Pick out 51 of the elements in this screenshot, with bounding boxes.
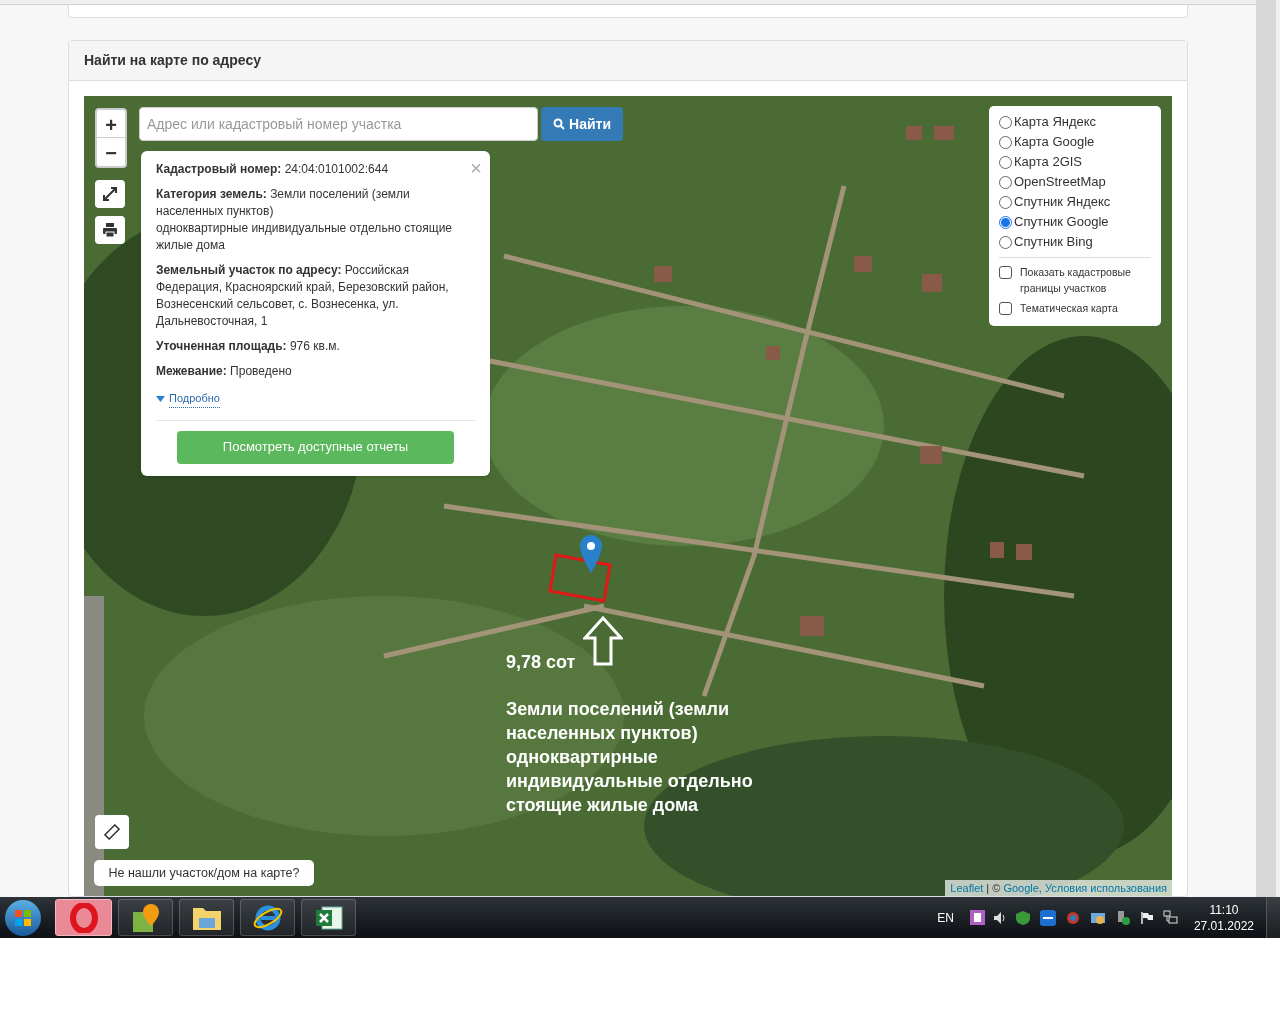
expand-icon — [103, 187, 117, 201]
language-indicator[interactable]: EN — [937, 908, 954, 927]
clock-date: 27.01.2022 — [1193, 917, 1254, 934]
up-arrow-icon — [583, 616, 623, 666]
info-field: Межевание: Проведено — [156, 363, 465, 380]
section-title: Найти на карте по адресу — [84, 51, 261, 70]
map-pin-icon — [580, 535, 602, 573]
parcel-outline — [548, 551, 612, 603]
flag-icon — [1139, 910, 1154, 925]
zoom-out-button[interactable]: − — [97, 138, 125, 166]
find-button[interactable]: Найти — [541, 107, 623, 141]
remote-desktop-icon — [1039, 909, 1056, 926]
land-category-annotation: Земли поселений (земли населенных пунктов) одноквартирные индивидуальные отдельно стоящие жилые дома — [506, 698, 754, 817]
map-layer-option[interactable]: Спутник Яндекс — [999, 192, 1151, 212]
speaker-icon — [993, 910, 1006, 925]
network-icon — [1162, 910, 1178, 925]
overlay-option[interactable]: Показать кадастровые границы участков — [999, 264, 1151, 296]
map-pin-app-icon — [130, 901, 161, 934]
print-button[interactable] — [95, 216, 125, 244]
opera-icon — [69, 902, 98, 933]
caret-down-icon — [156, 395, 165, 402]
map-layer-option[interactable]: Карта 2GIS — [999, 152, 1151, 172]
details-link[interactable]: Подробно — [169, 390, 220, 408]
cleaner-icon — [1064, 909, 1081, 926]
measure-button[interactable] — [95, 815, 129, 849]
windows-logo-icon — [14, 908, 32, 927]
map-layer-option[interactable]: Карта Google — [999, 132, 1151, 152]
address-search-field[interactable]: Адрес или кадастровый номер участка — [139, 107, 538, 141]
notebook-icon — [969, 910, 985, 925]
checkbox[interactable] — [999, 266, 1012, 279]
fullscreen-button[interactable] — [95, 180, 125, 208]
ruler-icon — [104, 824, 120, 840]
info-field: Земельный участок по адресу: Российская Федерация, Красноярский край, Березовский район, Вознесенский сельсовет, с. Вознесенка, ул. Дальневосточная, 1 — [156, 262, 465, 330]
map-layer-option[interactable]: OpenStreetMap — [999, 172, 1151, 192]
zoom-in-button[interactable]: + — [97, 110, 125, 138]
info-field: Уточненная площадь: 976 кв.м. — [156, 338, 465, 355]
start-button[interactable] — [5, 899, 41, 936]
shield-icon — [1014, 909, 1031, 926]
attribution-text: | © — [986, 880, 1001, 896]
map-layer-option[interactable]: Спутник Bing — [999, 232, 1151, 252]
checkbox[interactable] — [999, 302, 1012, 315]
info-field: Категория земель: Земли поселений (земли населенных пунктов) одноквартирные индивидуальные отдельно стоящие жилые дома — [156, 186, 465, 254]
area-annotation: 9,78 сот — [506, 651, 576, 674]
overlay-option[interactable]: Тематическая карта — [999, 300, 1151, 316]
map-layer-option[interactable]: Спутник Google — [999, 212, 1151, 232]
not-found-button[interactable]: Не нашли участок/дом на карте? — [94, 860, 314, 886]
clock-time: 11:10 — [1209, 901, 1239, 918]
print-icon — [103, 223, 117, 237]
map-layer-option[interactable]: Карта Яндекс — [999, 112, 1151, 132]
info-field: Кадастровый номер: 24:04:0101002:644 — [156, 161, 465, 178]
search-icon — [553, 118, 565, 130]
